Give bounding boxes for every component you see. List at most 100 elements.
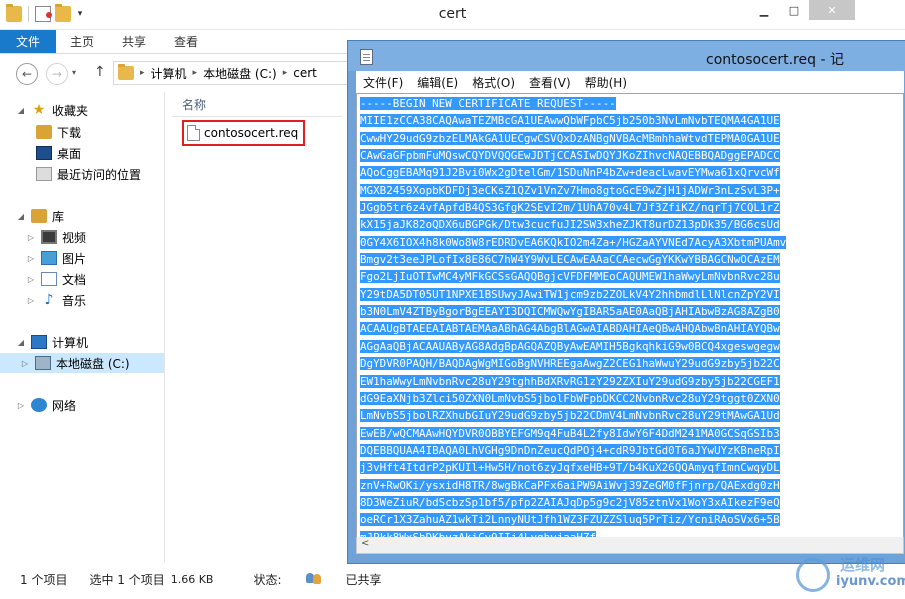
selected-text[interactable]: AQoCggEBAMq91J2Bvi0Wx2gDtelGm/1SDuNnP4bZ… [360, 166, 780, 180]
recent-locations-dropdown[interactable]: ▾ [72, 68, 76, 77]
tab-file[interactable]: 文件 [0, 30, 57, 53]
tab-view[interactable]: 查看 [160, 30, 212, 53]
selected-text[interactable]: Bmgv2t3eeJPLofIx8E86C7hW4Y9WvLECAwEAAaCC… [360, 253, 780, 267]
selected-text[interactable]: 0GY4X6IOX4h8k0Wo8W8rEDRDvEA6KQkIO2m4Za+/… [360, 235, 787, 249]
text-line[interactable]: b3N0LmV4ZTByBgorBgEEAYI3DQICMWQwYgIBAR5a… [360, 303, 880, 320]
tree-item-music[interactable]: ▷ ♪ 音乐 [26, 290, 86, 310]
tab-home[interactable]: 主页 [56, 30, 108, 53]
text-line[interactable]: CwwHY29udG9zbzELMAkGA1UECgwCSVQxDzANBgNV… [360, 130, 880, 147]
tree-item-computer[interactable]: ◢ 计算机 [16, 332, 88, 352]
selected-text[interactable]: DgYDVR0PAQH/BAQDAgWgMIGoBgNVHREEgaAwgZ2C… [360, 357, 780, 371]
address-bar[interactable]: ▸ 计算机 ▸ 本地磁盘 (C:) ▸ cert [113, 61, 353, 85]
menu-view[interactable]: 查看(V) [522, 74, 578, 91]
breadcrumb-computer[interactable]: 计算机 [151, 65, 187, 82]
expand-icon[interactable]: ▷ [16, 401, 26, 410]
selected-text[interactable]: ACAAUgBTAEEAIABTAEMAaABhAG4AbgBlAGwAIABD… [360, 322, 780, 336]
minimize-button[interactable]: ▁ [749, 0, 779, 20]
tree-item-network[interactable]: ▷ 网络 [16, 395, 76, 415]
text-line[interactable]: DQEBBQUAA4IBAQA0LhVGHg9DnDnZeucQdPOj4+cd… [360, 442, 880, 459]
selected-text[interactable]: MIIE1zCCA38CAQAwaTEZMBcGA1UEAwwQbWFpbC5j… [360, 114, 780, 128]
selected-text[interactable]: CAwGaGFpbmFuMQswCQYDVQQGEwJDTjCCASIwDQYJ… [360, 149, 780, 163]
tree-item-libraries[interactable]: ◢ 库 [16, 206, 64, 226]
tree-item-downloads[interactable]: 下载 [36, 122, 81, 142]
expand-icon[interactable]: ◢ [16, 338, 26, 347]
tree-item-videos[interactable]: ▷ 视频 [26, 227, 86, 247]
selected-text[interactable]: DQEBBQUAA4IBAQA0LhVGHg9DnDnZeucQdPOj4+cd… [360, 443, 780, 457]
tab-share[interactable]: 共享 [108, 30, 160, 53]
text-line[interactable]: CAwGaGFpbmFuMQswCQYDVQQGEwJDTjCCASIwDQYJ… [360, 147, 880, 164]
selected-text[interactable]: j3vHft4ItdrP2pKUIl+Hw5H/not6zyJqfxeHB+9T… [360, 461, 780, 475]
selected-text[interactable]: AGgAaQBjACAAUAByAG8AdgBpAGQAZQByAwEAMIH5… [360, 339, 780, 353]
text-line[interactable]: JGgb5tr6z4vfApfdB4QS3GfgK2SEvI2m/1UhA70v… [360, 199, 880, 216]
notepad-title-bar[interactable]: contosocert.req - 记 [348, 41, 905, 71]
text-line[interactable]: znV+RwOKi/ysxidH8TR/8wgBkCaPFx6aiPW9AiWv… [360, 477, 880, 494]
certificate-request-text[interactable]: -----BEGIN NEW CERTIFICATE REQUEST----- M… [360, 95, 880, 537]
selected-text[interactable]: 8D3WeZiuR/bdScbzSp1bf5/pfp2ZAIAJqDp5g9c2… [360, 495, 780, 509]
text-line[interactable]: MGXB2459XopbKDFDj3eCKsZ1QZv1VnZv7Hmo8gto… [360, 182, 880, 199]
breadcrumb-cert[interactable]: cert [293, 66, 317, 80]
text-line[interactable]: AQoCggEBAMq91J2Bvi0Wx2gDtelGm/1SDuNnP4bZ… [360, 164, 880, 181]
breadcrumb-separator[interactable]: ▸ [193, 68, 198, 78]
tree-item-pictures[interactable]: ▷ 图片 [26, 248, 86, 268]
tree-item-favorites[interactable]: ◢ ★ 收藏夹 [16, 100, 88, 120]
menu-edit[interactable]: 编辑(E) [410, 74, 465, 91]
menu-help[interactable]: 帮助(H) [578, 74, 634, 91]
back-button[interactable]: ← [16, 63, 38, 85]
notepad-icon[interactable] [360, 49, 373, 65]
text-line[interactable]: EwEB/wQCMAAwHQYDVR0OBBYEFGM9q4FuB4L2fy8I… [360, 425, 880, 442]
text-line[interactable]: DgYDVR0PAQH/BAQDAgWgMIGoBgNVHREEgaAwgZ2C… [360, 355, 880, 372]
tree-item-documents[interactable]: ▷ 文档 [26, 269, 86, 289]
expand-icon[interactable]: ◢ [16, 212, 26, 221]
text-line[interactable]: -----BEGIN NEW CERTIFICATE REQUEST----- [360, 95, 880, 112]
breadcrumb-separator[interactable]: ▸ [140, 68, 145, 78]
tree-item-recent-places[interactable]: 最近访问的位置 [36, 164, 141, 184]
text-line[interactable]: dG9EaXNjb3Zlci50ZXN0LmNvbS5jbolFbWFpbDKC… [360, 390, 880, 407]
menu-format[interactable]: 格式(O) [465, 74, 522, 91]
selected-text[interactable]: Y29tDA5DT05UT1NPXE1BSUwyJAwiTW1jcm9zb2ZO… [360, 287, 780, 301]
selected-text[interactable]: znV+RwOKi/ysxidH8TR/8wgBkCaPFx6aiPW9AiWv… [360, 478, 780, 492]
expand-icon[interactable]: ▷ [26, 275, 36, 284]
text-line[interactable]: 0GY4X6IOX4h8k0Wo8W8rEDRDvEA6KQkIO2m4Za+/… [360, 234, 880, 251]
expand-icon[interactable]: ▷ [26, 296, 36, 305]
menu-file[interactable]: 文件(F) [356, 74, 410, 91]
selected-text[interactable]: EW1haWwyLmNvbnRvc28uY29tghhBdXRvRG1zY292… [360, 374, 780, 388]
selected-text[interactable]: dG9EaXNjb3Zlci50ZXN0LmNvbS5jbolFbWFpbDKC… [360, 391, 780, 405]
up-button[interactable]: ↑ [94, 64, 106, 80]
text-line[interactable]: Bmgv2t3eeJPLofIx8E86C7hW4Y9WvLECAwEAAaCC… [360, 251, 880, 268]
text-line[interactable]: MIIE1zCCA38CAQAwaTEZMBcGA1UEAwwQbWFpbC5j… [360, 112, 880, 129]
forward-button[interactable]: → [46, 63, 68, 85]
text-line[interactable]: EW1haWwyLmNvbnRvc28uY29tghhBdXRvRG1zY292… [360, 373, 880, 390]
selected-text[interactable]: b3N0LmV4ZTByBgorBgEEAYI3DQICMWQwYgIBAR5a… [360, 305, 780, 319]
selected-text[interactable]: MGXB2459XopbKDFDj3eCKsZ1QZv1VnZv7Hmo8gto… [360, 183, 780, 197]
selected-text[interactable]: JGgb5tr6z4vfApfdB4QS3GfgK2SEvI2m/1UhA70v… [360, 201, 780, 215]
expand-icon[interactable]: ◢ [16, 106, 26, 115]
text-line[interactable]: ACAAUgBTAEEAIABTAEMAaABhAG4AbgBlAGwAIABD… [360, 320, 880, 337]
tree-item-local-disk[interactable]: ▷ 本地磁盘 (C:) [0, 353, 164, 373]
expand-icon[interactable]: ▷ [26, 254, 36, 263]
breadcrumb-local-disk[interactable]: 本地磁盘 (C:) [203, 65, 277, 82]
expand-icon[interactable]: ▷ [20, 359, 30, 368]
selected-text[interactable]: Fgo2LjIuOTIwMC4yMFkGCSsGAQQBgjcVFDFMMEoC… [360, 270, 780, 284]
text-line[interactable]: oeRCr1X3ZahuAZ1wkTi2LnnyNUtJfh1WZ3FZUZZS… [360, 511, 880, 528]
maximize-button[interactable]: □ [779, 0, 809, 20]
text-line[interactable]: kX15jaJK82oQDX6uBGPGk/Dtw3cucfuJI2SW3xhe… [360, 216, 880, 233]
selected-text[interactable]: -----BEGIN NEW CERTIFICATE REQUEST----- [360, 97, 616, 110]
expand-icon[interactable]: ▷ [26, 233, 36, 242]
breadcrumb-separator[interactable]: ▸ [283, 68, 288, 78]
selected-text[interactable]: CwwHY29udG9zbzELMAkGA1UECgwCSVQxDzANBgNV… [360, 131, 780, 145]
selected-text[interactable]: EwEB/wQCMAAwHQYDVR0OBBYEFGM9q4FuB4L2fy8I… [360, 426, 780, 440]
selected-text[interactable]: oeRCr1X3ZahuAZ1wkTi2LnnyNUtJfh1WZ3FZUZZS… [360, 513, 780, 527]
selected-text[interactable]: LmNvbS5jbolRZXhubGIuY29udG9zby5jb22CDmV4… [360, 409, 780, 423]
text-line[interactable]: j3vHft4ItdrP2pKUIl+Hw5H/not6zyJqfxeHB+9T… [360, 459, 880, 476]
column-header-name[interactable]: 名称 [182, 96, 206, 113]
close-button[interactable]: ✕ [809, 0, 855, 20]
text-line[interactable]: Y29tDA5DT05UT1NPXE1BSUwyJAwiTW1jcm9zb2ZO… [360, 286, 880, 303]
scroll-left-arrow-icon[interactable]: < [361, 538, 369, 549]
notepad-text-area[interactable]: -----BEGIN NEW CERTIFICATE REQUEST----- M… [356, 93, 904, 538]
file-item-contosocert[interactable]: contosocert.req [182, 120, 305, 146]
text-line[interactable]: LmNvbS5jbolRZXhubGIuY29udG9zby5jb22CDmV4… [360, 407, 880, 424]
text-line[interactable]: AGgAaQBjACAAUAByAG8AdgBpAGQAZQByAwEAMIH5… [360, 338, 880, 355]
text-line[interactable]: 8D3WeZiuR/bdScbzSp1bf5/pfp2ZAIAJqDp5g9c2… [360, 494, 880, 511]
selected-text[interactable]: kX15jaJK82oQDX6uBGPGk/Dtw3cucfuJI2SW3xhe… [360, 218, 780, 232]
tree-item-desktop[interactable]: 桌面 [36, 143, 81, 163]
